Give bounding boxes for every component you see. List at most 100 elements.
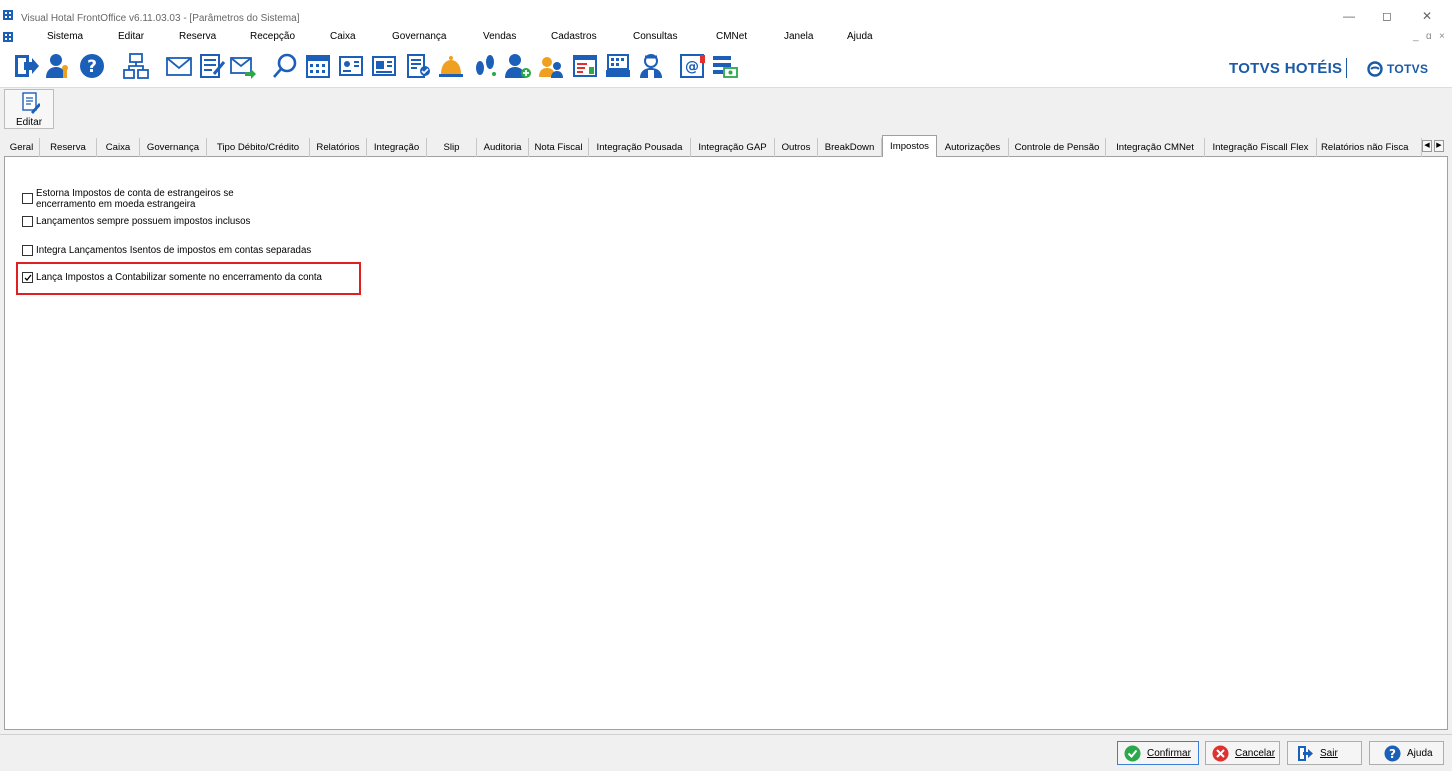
brand-divider: [1346, 58, 1347, 78]
exit-door-icon: [1298, 745, 1313, 761]
email-icon[interactable]: @: [677, 50, 707, 82]
help-icon[interactable]: ?: [77, 50, 107, 82]
confirm-button-label: Confirmar: [1147, 747, 1191, 759]
menu-caixa[interactable]: Caixa: [330, 31, 356, 42]
help-circle-icon: ?: [1384, 745, 1401, 761]
register-icon[interactable]: [603, 50, 633, 82]
menu-recepcao[interactable]: Recepção: [250, 31, 295, 42]
checkbox-lancamentos-inclusos[interactable]: [22, 216, 33, 227]
card-alt-icon[interactable]: [369, 50, 399, 82]
tab-geral[interactable]: Geral: [4, 138, 40, 157]
mdi-child-icon: [3, 32, 13, 42]
tab-autorizacoes[interactable]: Autorizações: [937, 138, 1009, 157]
cancel-circle-icon: [1212, 745, 1229, 761]
option-integra-isentos-label: Integra Lançamentos Isentos de impostos …: [36, 245, 312, 256]
mdi-restore-button[interactable]: ɑ: [1426, 31, 1432, 42]
tab-integracao-fiscall-flex[interactable]: Integração Fiscall Flex: [1205, 138, 1317, 157]
footprints-icon[interactable]: [470, 50, 500, 82]
help-button[interactable]: ? Ajuda: [1369, 741, 1444, 765]
tab-controle-de-pensao[interactable]: Controle de Pensão: [1009, 138, 1106, 157]
tab-relatorios-nao-fiscais[interactable]: Relatórios não Fisca: [1317, 138, 1422, 157]
tab-scroll-right-icon[interactable]: ▶: [1434, 140, 1444, 152]
sitemap-icon[interactable]: [121, 50, 151, 82]
mail-icon[interactable]: [164, 50, 194, 82]
cancel-button[interactable]: Cancelar: [1205, 741, 1280, 765]
user-add-icon[interactable]: [503, 50, 533, 82]
tab-caixa[interactable]: Caixa: [97, 138, 140, 157]
edit-document-icon: [22, 92, 40, 114]
svg-text:@: @: [685, 59, 699, 75]
tab-integracao-pousada[interactable]: Integração Pousada: [589, 138, 691, 157]
checkbox-integra-isentos[interactable]: [22, 245, 33, 256]
mdi-minimize-button[interactable]: _: [1413, 31, 1419, 42]
tab-outros[interactable]: Outros: [775, 138, 818, 157]
svg-text:?: ?: [87, 57, 97, 77]
tab-reserva[interactable]: Reserva: [40, 138, 97, 157]
tab-strip: Geral Reserva Caixa Governança Tipo Débi…: [4, 135, 1448, 157]
table-report-icon[interactable]: [570, 50, 600, 82]
app-window: Visual Hotal FrontOffice v6.11.03.03 - […: [0, 0, 1452, 771]
mail-forward-icon[interactable]: [228, 50, 258, 82]
tab-integracao-gap[interactable]: Integração GAP: [691, 138, 775, 157]
maid-icon[interactable]: [636, 50, 666, 82]
menu-bar: Sistema Editar Reserva Recepção Caixa Go…: [0, 28, 1452, 46]
exit-button-label: Sair: [1320, 747, 1338, 759]
menu-sistema[interactable]: Sistema: [47, 31, 83, 42]
confirm-button[interactable]: Confirmar: [1117, 741, 1199, 765]
exit-button[interactable]: Sair: [1287, 741, 1362, 765]
menu-ajuda[interactable]: Ajuda: [847, 31, 873, 42]
app-icon: [3, 10, 13, 20]
check-circle-icon: [1124, 745, 1141, 761]
help-button-label: Ajuda: [1407, 747, 1433, 759]
tab-auditoria[interactable]: Auditoria: [477, 138, 529, 157]
menu-editar[interactable]: Editar: [118, 31, 144, 42]
checkbox-estorna-impostos[interactable]: [22, 193, 33, 204]
menu-governanca[interactable]: Governança: [392, 31, 446, 42]
search-icon[interactable]: [270, 50, 300, 82]
user-key-icon[interactable]: [43, 50, 73, 82]
exit-icon[interactable]: [11, 50, 41, 82]
list-money-icon[interactable]: [709, 50, 739, 82]
report-user-icon[interactable]: [403, 50, 433, 82]
calendar-icon[interactable]: [303, 50, 333, 82]
edit-button-label: Editar: [15, 117, 43, 128]
totvs-logo-icon: [1367, 61, 1383, 77]
users-icon[interactable]: [536, 50, 566, 82]
tab-integracao[interactable]: Integração: [367, 138, 427, 157]
tab-nota-fiscal[interactable]: Nota Fiscal: [529, 138, 589, 157]
menu-cmnet[interactable]: CMNet: [716, 31, 747, 42]
tab-relatorios[interactable]: Relatórios: [310, 138, 367, 157]
menu-janela[interactable]: Janela: [784, 31, 813, 42]
window-title: Visual Hotal FrontOffice v6.11.03.03 - […: [21, 13, 300, 24]
option-lancamentos-inclusos-label: Lançamentos sempre possuem impostos incl…: [36, 216, 251, 227]
svg-text:?: ?: [1389, 747, 1396, 761]
tab-breakdown[interactable]: BreakDown: [818, 138, 882, 157]
tab-integracao-cmnet[interactable]: Integração CMNet: [1106, 138, 1205, 157]
edit-button[interactable]: Editar: [4, 89, 54, 129]
mdi-close-button[interactable]: ×: [1439, 31, 1445, 42]
cancel-button-label: Cancelar: [1235, 747, 1276, 759]
restore-button[interactable]: ◻: [1372, 8, 1402, 24]
option-estorna-impostos-label: Estorna Impostos de conta de estrangeiro…: [36, 188, 234, 210]
card-icon[interactable]: [336, 50, 366, 82]
tab-governanca[interactable]: Governança: [140, 138, 207, 157]
menu-reserva[interactable]: Reserva: [179, 31, 216, 42]
menu-consultas[interactable]: Consultas: [633, 31, 677, 42]
close-button[interactable]: ✕: [1412, 8, 1442, 24]
tab-scroll-left-icon[interactable]: ◀: [1422, 140, 1432, 152]
footer-bar: Confirmar Cancelar Sair ? Ajuda: [0, 734, 1452, 771]
title-bar: Visual Hotal FrontOffice v6.11.03.03 - […: [0, 0, 1452, 28]
brand-totvs: TOTVS: [1387, 62, 1429, 76]
tab-tipo-debito-credito[interactable]: Tipo Débito/Crédito: [207, 138, 310, 157]
bell-icon[interactable]: [436, 50, 466, 82]
checklist-icon[interactable]: [197, 50, 227, 82]
impostos-panel: Estorna Impostos de conta de estrangeiro…: [4, 157, 1448, 730]
menu-cadastros[interactable]: Cadastros: [551, 31, 597, 42]
highlight-box: [16, 262, 361, 295]
tab-impostos[interactable]: Impostos: [882, 135, 937, 157]
menu-vendas[interactable]: Vendas: [483, 31, 516, 42]
minimize-button[interactable]: —: [1334, 8, 1364, 24]
action-strip: Editar: [0, 88, 1452, 133]
brand-totvs-hoteis: TOTVS HOTÉIS: [1229, 60, 1343, 77]
tab-slip[interactable]: Slip: [427, 138, 477, 157]
